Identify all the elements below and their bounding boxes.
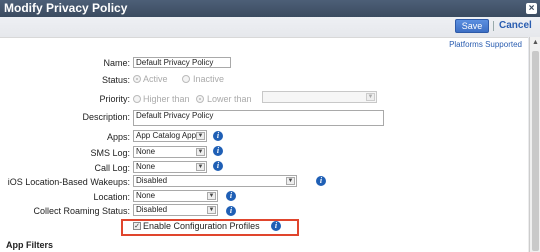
priority-lower-radio[interactable] (196, 95, 204, 103)
priority-higher-radio[interactable] (133, 95, 141, 103)
info-icon[interactable]: i (226, 191, 236, 201)
priority-higher-label: Higher than (143, 94, 190, 104)
info-icon[interactable]: i (226, 206, 236, 216)
info-icon[interactable]: i (213, 161, 223, 171)
roaming-select[interactable]: Disabled ▼ (133, 204, 218, 216)
roaming-label: Collect Roaming Status: (33, 206, 130, 216)
description-label: Description: (82, 112, 130, 122)
status-active-radio[interactable] (133, 75, 141, 83)
info-icon[interactable]: i (316, 176, 326, 186)
name-field[interactable]: Default Privacy Policy (133, 57, 231, 68)
priority-label: Priority: (99, 94, 130, 104)
sms-log-select[interactable]: None ▼ (133, 146, 207, 158)
config-profiles-label: Enable Configuration Profiles (143, 221, 260, 231)
priority-lower-label: Lower than (207, 94, 252, 104)
chevron-down-icon: ▼ (286, 177, 295, 185)
sms-log-label: SMS Log: (90, 148, 130, 158)
scroll-up-icon[interactable]: ▲ (532, 39, 539, 46)
location-select[interactable]: None ▼ (133, 190, 218, 202)
name-label: Name: (103, 58, 130, 68)
config-profiles-checkbox[interactable]: ✓ (133, 222, 141, 230)
chevron-down-icon: ▼ (366, 93, 375, 101)
location-value: None (136, 191, 156, 200)
close-icon[interactable]: × (526, 3, 537, 14)
status-label: Status: (101, 75, 130, 85)
priority-policy-select[interactable]: ▼ (262, 91, 377, 103)
info-icon[interactable]: i (271, 221, 281, 231)
info-icon[interactable]: i (213, 131, 223, 141)
apps-select[interactable]: App Catalog Apps ▼ (133, 130, 207, 142)
apps-label: Apps: (106, 132, 130, 142)
ios-wakeups-select[interactable]: Disabled ▼ (133, 175, 297, 187)
vertical-scrollbar[interactable]: ▲ (529, 37, 540, 252)
sms-log-value: None (136, 147, 156, 156)
app-filters-heading: App Filters (6, 240, 54, 250)
chevron-down-icon: ▼ (196, 148, 205, 156)
window-titlebar: Modify Privacy Policy × (0, 0, 540, 17)
chevron-down-icon: ▼ (207, 206, 216, 214)
cancel-button[interactable]: Cancel (499, 20, 532, 31)
chevron-down-icon: ▼ (196, 163, 205, 171)
status-active-label: Active (143, 74, 168, 84)
scrollbar-thumb[interactable] (532, 51, 539, 251)
save-button[interactable]: Save (455, 19, 489, 33)
status-inactive-label: Inactive (193, 74, 225, 84)
chevron-down-icon: ▼ (196, 132, 205, 140)
info-icon[interactable]: i (213, 146, 223, 156)
call-log-label: Call Log: (94, 163, 130, 173)
call-log-select[interactable]: None ▼ (133, 161, 207, 173)
ios-wakeups-value: Disabled (136, 176, 168, 185)
apps-value: App Catalog Apps (136, 131, 201, 140)
call-log-value: None (136, 162, 156, 171)
chevron-down-icon: ▼ (207, 192, 216, 200)
description-field[interactable]: Default Privacy Policy (133, 110, 384, 126)
toolbar-divider (493, 21, 494, 31)
roaming-value: Disabled (136, 205, 168, 214)
window-title: Modify Privacy Policy (4, 1, 128, 15)
location-label: Location: (93, 192, 130, 202)
status-inactive-radio[interactable] (182, 75, 190, 83)
platforms-supported-link[interactable]: Platforms Supported (449, 40, 522, 49)
ios-wakeups-label: iOS Location-Based Wakeups: (7, 177, 130, 187)
